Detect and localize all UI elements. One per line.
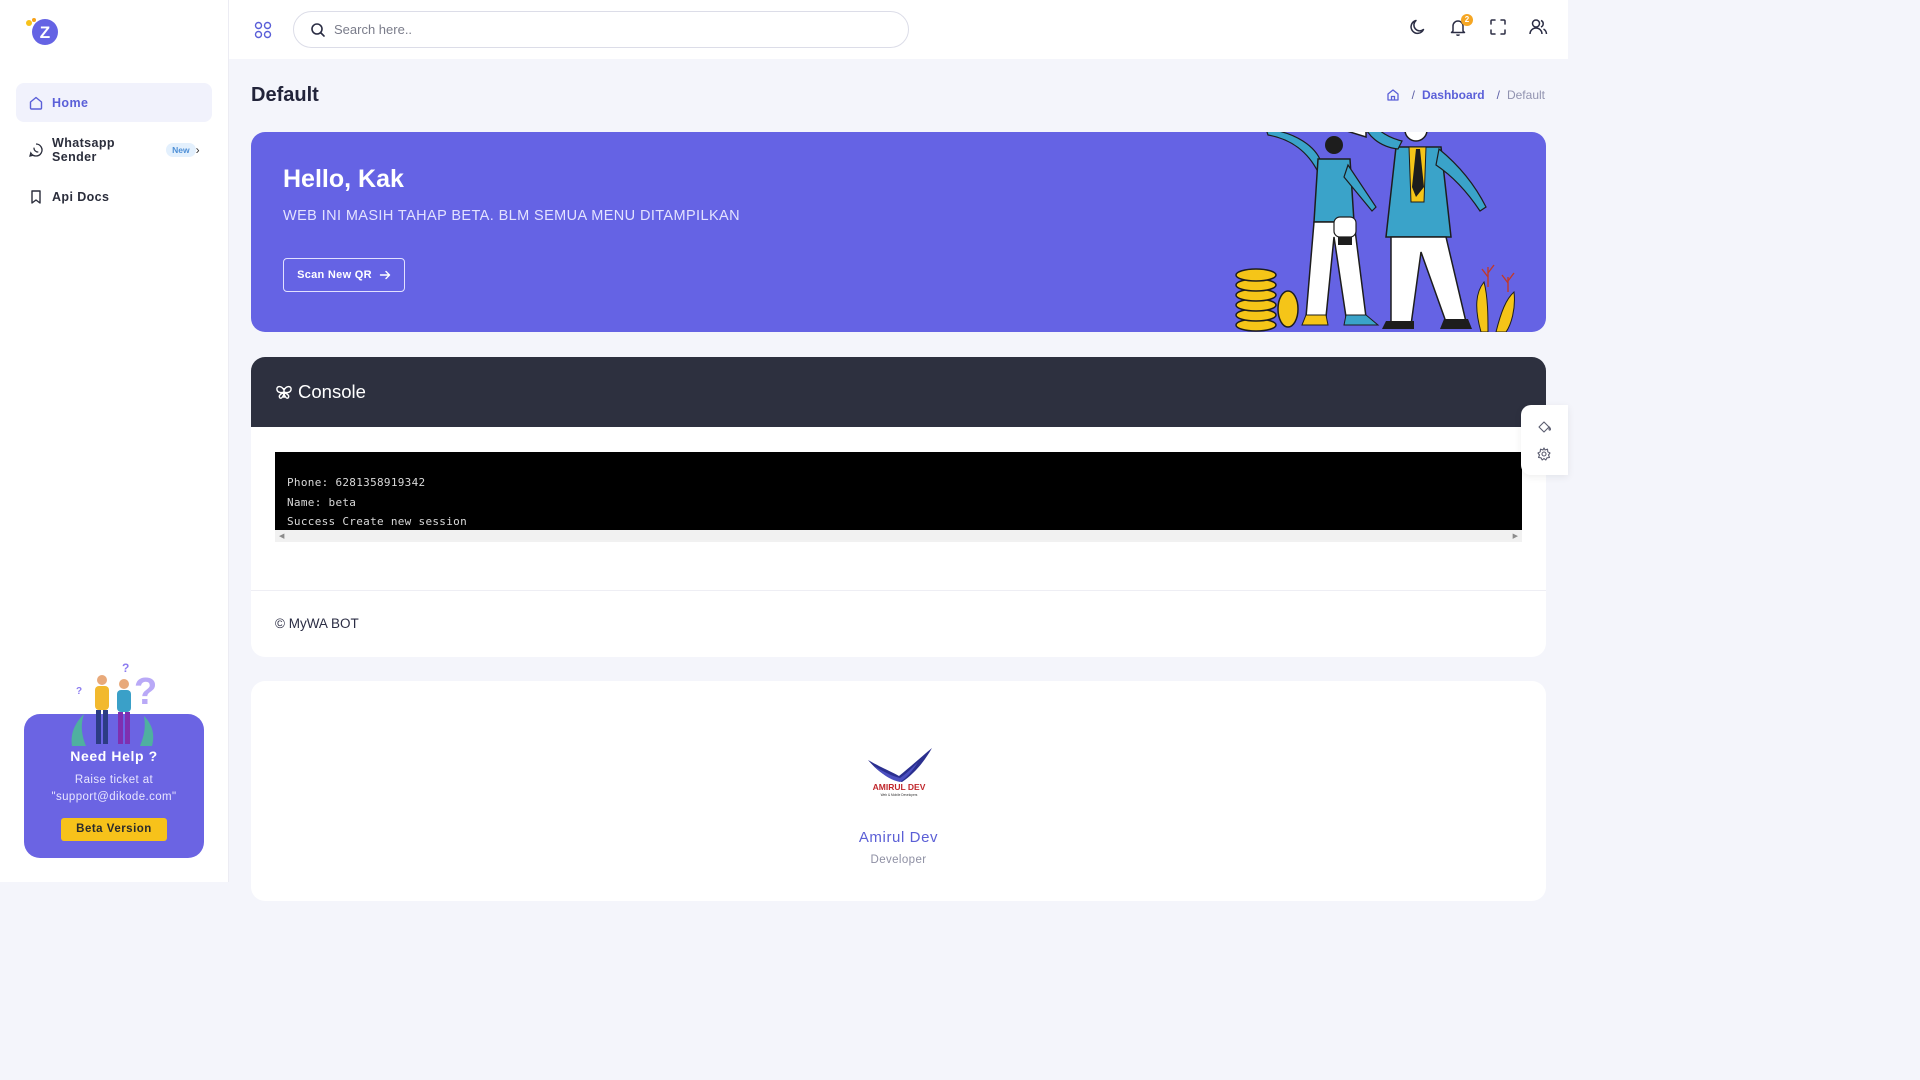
svg-text:Web & Mobile Developers: Web & Mobile Developers bbox=[881, 793, 918, 797]
dark-mode-toggle[interactable] bbox=[1408, 17, 1428, 39]
help-card: ? ? ? Need Help ? Raise ticket at "suppo… bbox=[24, 662, 204, 858]
scroll-right-icon[interactable]: ▶ bbox=[1513, 532, 1518, 540]
svg-text:?: ? bbox=[134, 671, 157, 713]
help-illustration: ? ? ? bbox=[71, 662, 157, 746]
sidebar-item-label: Api Docs bbox=[52, 189, 110, 204]
grid-menu-icon[interactable] bbox=[254, 21, 272, 39]
settings-icon[interactable] bbox=[1537, 447, 1551, 461]
sidebar-item-whatsapp-sender[interactable]: Whatsapp Sender New › bbox=[16, 130, 212, 169]
paint-bucket-icon[interactable] bbox=[1537, 420, 1551, 434]
console-horizontal-scrollbar[interactable]: ◀ ▶ bbox=[275, 530, 1522, 542]
divider bbox=[251, 590, 1546, 591]
amirul-dev-logo: AMIRUL DEV Web & Mobile Developers bbox=[868, 748, 932, 797]
new-badge: New bbox=[166, 142, 196, 157]
scroll-left-icon[interactable]: ◀ bbox=[279, 532, 284, 540]
console-line: Name: beta bbox=[287, 495, 357, 509]
breadcrumb-separator: / bbox=[1496, 88, 1500, 102]
console-footer: © MyWA BOT bbox=[275, 616, 359, 631]
console-card: Console Phone: 6281358919342 Name: beta … bbox=[251, 357, 1546, 657]
floating-tools-panel bbox=[1521, 405, 1568, 475]
svg-text:AMIRUL DEV: AMIRUL DEV bbox=[873, 782, 926, 792]
user-menu-button[interactable] bbox=[1528, 17, 1548, 39]
svg-text:Z: Z bbox=[40, 23, 50, 42]
sidebar-item-label: Whatsapp Sender bbox=[52, 135, 115, 164]
developer-role: Developer bbox=[870, 854, 927, 866]
topbar: 2 bbox=[229, 0, 1568, 59]
breadcrumb-dashboard-link[interactable]: Dashboard bbox=[1422, 88, 1485, 102]
breadcrumb: / Dashboard / Default bbox=[1386, 88, 1545, 102]
beta-version-button[interactable]: Beta Version bbox=[61, 818, 167, 841]
console-title: Console bbox=[298, 381, 366, 402]
home-icon[interactable] bbox=[1386, 88, 1400, 102]
welcome-title: Hello, Kak bbox=[283, 165, 404, 193]
console-header: Console bbox=[251, 357, 1546, 427]
console-line: Success Create new session bbox=[287, 515, 467, 528]
banner-illustration bbox=[1235, 132, 1515, 332]
help-title: Need Help ? bbox=[70, 748, 158, 764]
search-input[interactable] bbox=[334, 22, 874, 37]
notification-count-badge: 2 bbox=[1461, 14, 1473, 26]
butterfly-icon bbox=[276, 385, 292, 399]
developer-card: AMIRUL DEV Web & Mobile Developers Amiru… bbox=[251, 681, 1546, 901]
topbar-actions: 2 bbox=[1408, 14, 1548, 39]
welcome-subtitle: WEB INI MASIH TAHAP BETA. BLM SEMUA MENU… bbox=[283, 208, 740, 224]
console-line: Phone: 6281358919342 bbox=[287, 476, 426, 489]
user-icon bbox=[1529, 19, 1548, 35]
arrow-right-icon bbox=[379, 270, 391, 280]
search-icon bbox=[311, 22, 325, 37]
scan-new-qr-button[interactable]: Scan New QR bbox=[283, 258, 405, 292]
help-text: Raise ticket at "support@dikode.com" bbox=[51, 774, 177, 803]
fullscreen-button[interactable] bbox=[1488, 17, 1508, 39]
svg-text:?: ? bbox=[76, 686, 82, 697]
sidebar-item-api-docs[interactable]: Api Docs bbox=[16, 177, 212, 216]
page-title: Default bbox=[251, 84, 319, 106]
developer-name: Amirul Dev bbox=[858, 829, 939, 846]
breadcrumb-current: Default bbox=[1506, 88, 1545, 102]
sidebar-item-label: Home bbox=[52, 95, 89, 110]
chevron-right-icon: › bbox=[195, 142, 200, 157]
scan-new-qr-label: Scan New QR bbox=[297, 269, 372, 281]
whatsapp-icon bbox=[29, 142, 43, 157]
bookmark-icon bbox=[31, 189, 41, 204]
console-output[interactable]: Phone: 6281358919342 Name: beta Success … bbox=[275, 452, 1522, 530]
fullscreen-icon bbox=[1490, 19, 1506, 35]
notifications-button[interactable]: 2 bbox=[1448, 14, 1473, 39]
svg-text:?: ? bbox=[122, 662, 129, 675]
search-box bbox=[293, 11, 909, 48]
home-icon bbox=[29, 96, 43, 110]
sidebar: Z Home Whatsapp Sender New › Api Docs ? … bbox=[0, 0, 229, 882]
sidebar-item-home[interactable]: Home bbox=[16, 83, 212, 122]
breadcrumb-separator: / bbox=[1411, 88, 1415, 102]
moon-icon bbox=[1410, 19, 1425, 35]
welcome-banner: Hello, Kak WEB INI MASIH TAHAP BETA. BLM… bbox=[251, 132, 1546, 332]
app-logo[interactable]: Z bbox=[24, 16, 60, 46]
sidebar-nav: Home Whatsapp Sender New › Api Docs bbox=[16, 83, 212, 224]
